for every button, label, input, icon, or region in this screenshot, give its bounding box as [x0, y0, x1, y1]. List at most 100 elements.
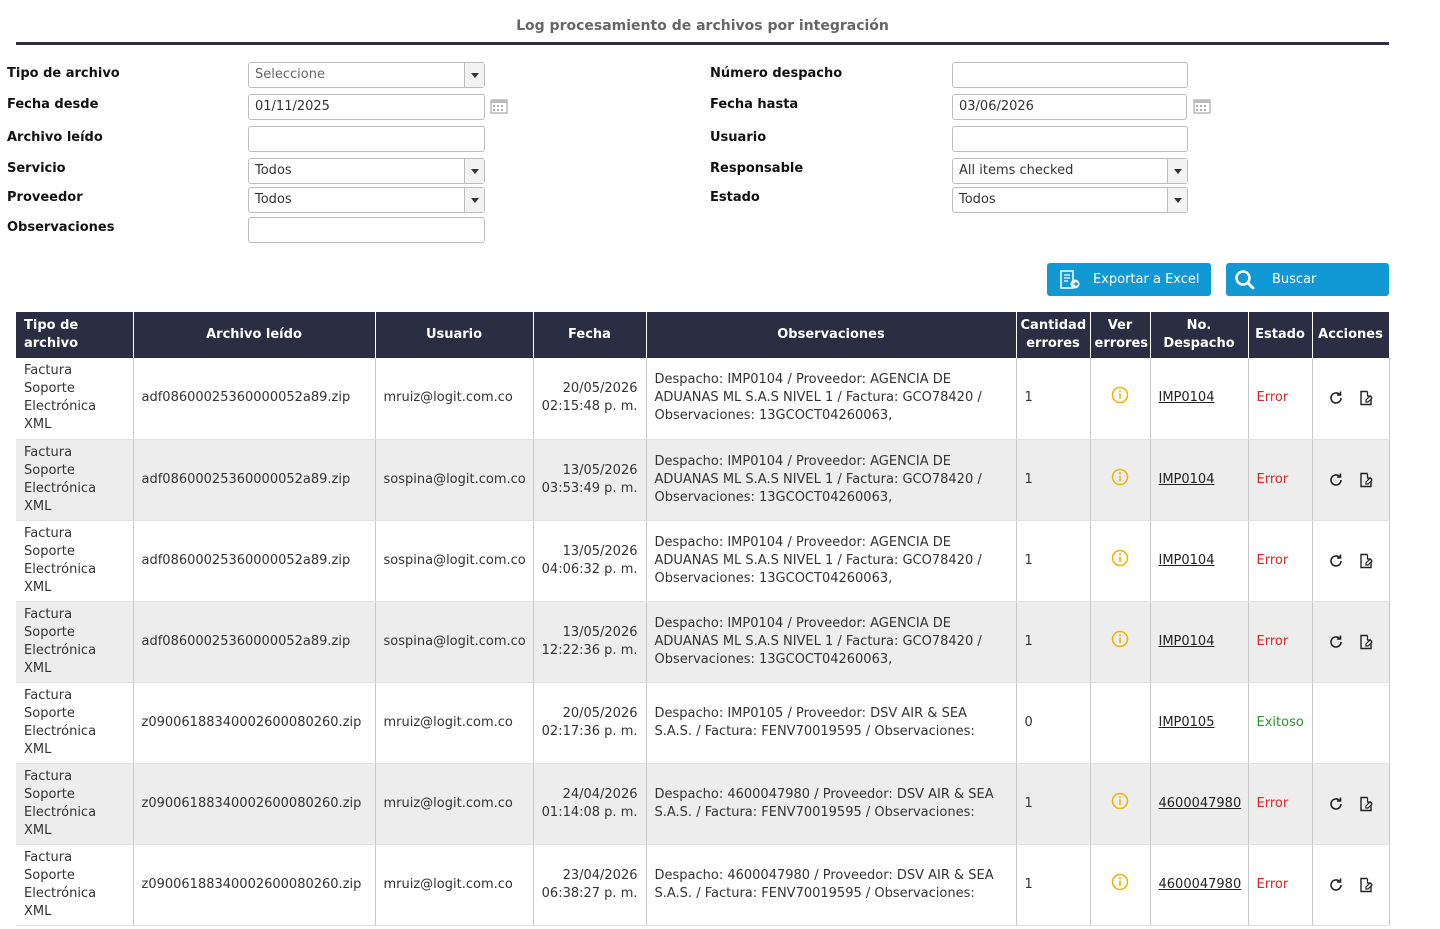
- tipo-archivo-select[interactable]: Seleccione: [248, 62, 485, 88]
- despacho-link[interactable]: 4600047980: [1159, 796, 1242, 811]
- despacho-link[interactable]: 4600047980: [1159, 877, 1242, 892]
- cell-ver-errores: [1090, 520, 1151, 602]
- despacho-link[interactable]: IMP0104: [1159, 553, 1215, 568]
- status-text: Error: [1256, 471, 1289, 487]
- calendar-icon[interactable]: [1193, 98, 1211, 114]
- archivo-leido-input[interactable]: [248, 126, 485, 152]
- fecha-desde-value: 01/11/2025: [255, 99, 330, 114]
- tipo-line: Electrónica: [24, 642, 97, 658]
- despacho-link[interactable]: IMP0104: [1159, 390, 1215, 405]
- edit-icon[interactable]: [1358, 553, 1374, 569]
- cell-tipo: Factura Soporte Electrónica XML: [16, 520, 134, 602]
- archivo-leido-label: Archivo leído: [7, 130, 103, 145]
- edit-icon[interactable]: [1358, 634, 1374, 650]
- col-header-ver-line2: errores: [1094, 336, 1149, 351]
- tipo-line: XML: [24, 741, 52, 757]
- cell-cantidad: 1: [1016, 358, 1091, 440]
- fecha-hasta-input[interactable]: 03/06/2026: [952, 94, 1187, 120]
- col-header-cantidad-line2: errores: [1026, 336, 1080, 351]
- cell-cantidad: 0: [1016, 682, 1091, 764]
- col-header-ver-errores[interactable]: Ver errores: [1090, 312, 1151, 358]
- estado-select[interactable]: Todos: [952, 187, 1188, 213]
- col-header-usuario[interactable]: Usuario: [375, 312, 534, 358]
- cell-tipo: Factura Soporte Electrónica XML: [16, 844, 134, 926]
- refresh-icon[interactable]: [1328, 553, 1344, 569]
- cell-ver-errores: [1090, 844, 1151, 926]
- info-icon[interactable]: [1111, 549, 1129, 571]
- chevron-down-icon[interactable]: [1167, 159, 1187, 183]
- cell-ver-errores: [1090, 439, 1151, 521]
- tipo-line: Electrónica: [24, 399, 97, 415]
- info-icon[interactable]: [1111, 792, 1129, 814]
- estado-label: Estado: [710, 190, 760, 205]
- edit-icon[interactable]: [1358, 472, 1374, 488]
- info-icon[interactable]: [1111, 630, 1129, 652]
- cell-acciones: [1312, 844, 1390, 926]
- status-text: Exitoso: [1256, 714, 1304, 730]
- cell-estado: Error: [1248, 520, 1313, 602]
- responsable-select[interactable]: All items checked: [952, 158, 1188, 184]
- table-row: Factura Soporte Electrónica XML z09006188340…: [16, 763, 1390, 845]
- numero-despacho-input[interactable]: [952, 62, 1188, 88]
- despacho-link[interactable]: IMP0105: [1159, 715, 1215, 730]
- col-header-tipo[interactable]: Tipo de archivo: [16, 312, 134, 358]
- cell-fecha: 13/05/2026 04:06:32 p. m.: [533, 520, 647, 602]
- info-icon[interactable]: [1111, 873, 1129, 895]
- usuario-input[interactable]: [952, 126, 1188, 152]
- refresh-icon[interactable]: [1328, 472, 1344, 488]
- fecha-time: 02:17:36 p. m.: [541, 723, 638, 739]
- despacho-link[interactable]: IMP0104: [1159, 472, 1215, 487]
- fecha-date: 20/05/2026: [562, 381, 638, 397]
- edit-icon[interactable]: [1358, 877, 1374, 893]
- chevron-down-icon[interactable]: [464, 188, 484, 212]
- status-text: Error: [1256, 633, 1289, 649]
- col-header-cantidad[interactable]: Cantidad errores: [1016, 312, 1091, 358]
- col-header-observaciones[interactable]: Observaciones: [646, 312, 1017, 358]
- fecha-date: 13/05/2026: [562, 462, 638, 478]
- info-icon[interactable]: [1111, 468, 1129, 490]
- cell-acciones: [1312, 520, 1390, 602]
- edit-icon[interactable]: [1358, 390, 1374, 406]
- fecha-time: 06:38:27 p. m.: [541, 885, 638, 901]
- tipo-line: XML: [24, 822, 52, 838]
- cell-archivo: adf08600025360000052a89.zip: [133, 358, 376, 440]
- search-label: Buscar: [1272, 272, 1317, 287]
- servicio-select[interactable]: Todos: [248, 158, 485, 184]
- refresh-icon[interactable]: [1328, 877, 1344, 893]
- cell-ver-errores: [1090, 763, 1151, 845]
- chevron-down-icon[interactable]: [464, 63, 484, 87]
- cell-tipo: Factura Soporte Electrónica XML: [16, 682, 134, 764]
- despacho-link[interactable]: IMP0104: [1159, 634, 1215, 649]
- chevron-down-icon[interactable]: [1167, 188, 1187, 212]
- col-header-estado[interactable]: Estado: [1248, 312, 1313, 358]
- tipo-archivo-label: Tipo de archivo: [7, 66, 120, 81]
- col-header-despacho[interactable]: No. Despacho: [1150, 312, 1249, 358]
- tipo-line: XML: [24, 417, 52, 433]
- tipo-line: Factura: [24, 363, 73, 379]
- cell-estado: Error: [1248, 601, 1313, 683]
- numero-despacho-label: Número despacho: [710, 66, 843, 81]
- col-header-fecha[interactable]: Fecha: [533, 312, 647, 358]
- cell-tipo: Factura Soporte Electrónica XML: [16, 601, 134, 683]
- cell-estado: Error: [1248, 439, 1313, 521]
- cell-observaciones: Despacho: 4600047980 / Proveedor: DSV AI…: [646, 844, 1017, 926]
- calendar-icon[interactable]: [490, 98, 508, 114]
- chevron-down-icon[interactable]: [464, 159, 484, 183]
- refresh-icon[interactable]: [1328, 390, 1344, 406]
- refresh-icon[interactable]: [1328, 634, 1344, 650]
- table-header-row: Tipo de archivo Archivo leído Usuario Fe…: [16, 312, 1390, 358]
- tipo-archivo-value: Seleccione: [255, 67, 325, 82]
- title-divider: [16, 42, 1389, 45]
- fecha-desde-input[interactable]: 01/11/2025: [248, 94, 485, 120]
- proveedor-select[interactable]: Todos: [248, 187, 485, 213]
- responsable-label: Responsable: [710, 161, 804, 176]
- edit-icon[interactable]: [1358, 796, 1374, 812]
- tipo-line: Electrónica: [24, 723, 97, 739]
- col-header-archivo[interactable]: Archivo leído: [133, 312, 376, 358]
- export-excel-button[interactable]: Exportar a Excel: [1047, 263, 1211, 296]
- observaciones-input[interactable]: [248, 217, 485, 243]
- cell-observaciones: Despacho: 4600047980 / Proveedor: DSV AI…: [646, 763, 1017, 845]
- info-icon[interactable]: [1111, 387, 1129, 408]
- search-button[interactable]: Buscar: [1226, 263, 1389, 296]
- refresh-icon[interactable]: [1328, 796, 1344, 812]
